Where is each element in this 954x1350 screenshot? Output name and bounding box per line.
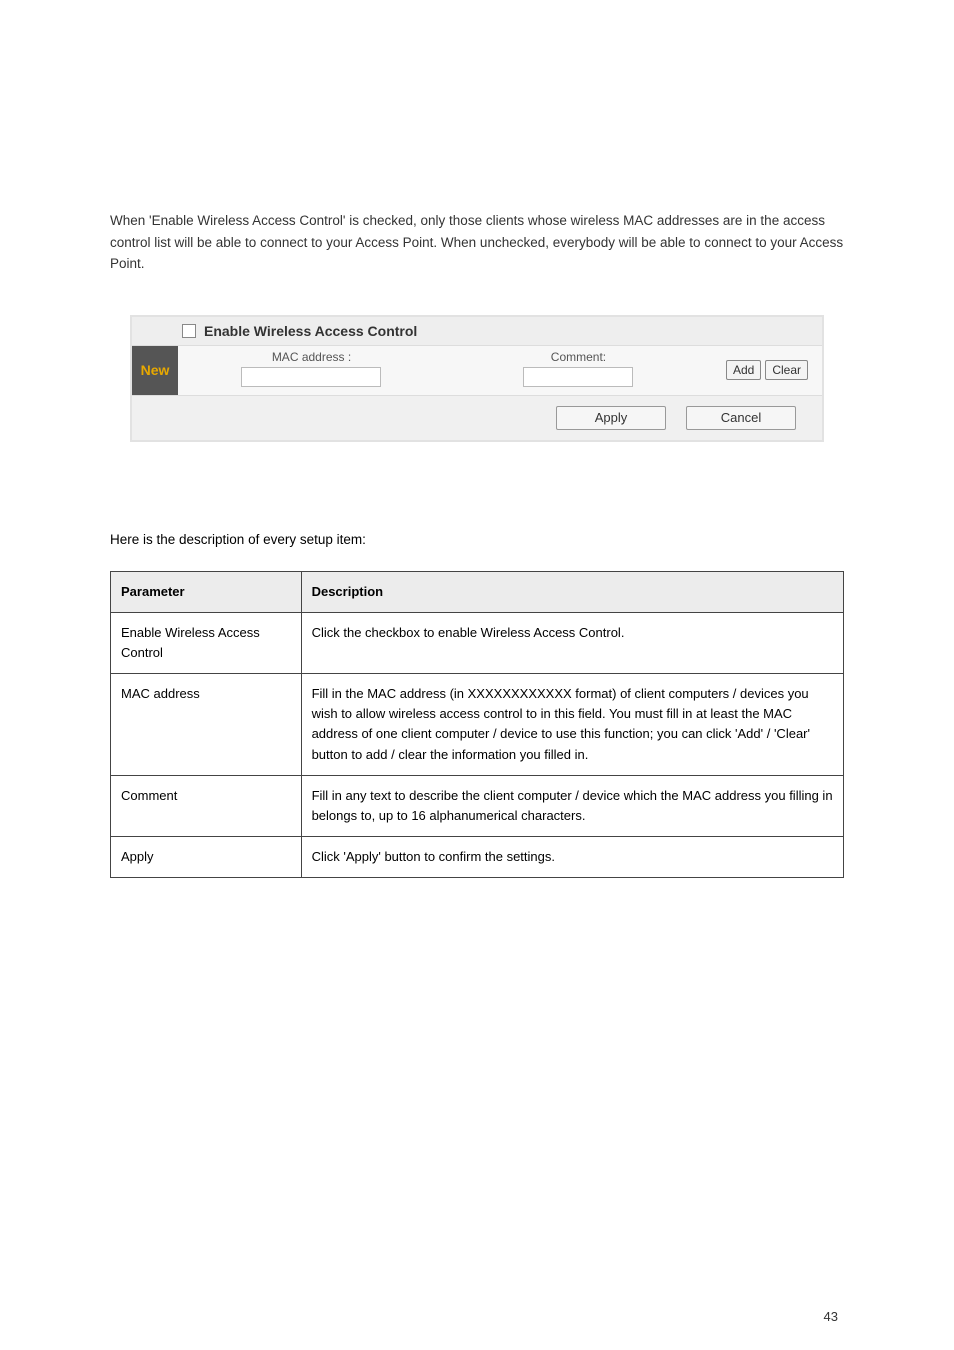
param-cell: Enable Wireless Access Control (111, 612, 302, 673)
new-entry-row: New MAC address : Comment: Add Clear (132, 345, 822, 395)
inline-button-group: Add Clear (712, 360, 822, 380)
access-control-panel: Enable Wireless Access Control New MAC a… (130, 315, 824, 442)
comment-field-group: Comment: (445, 346, 712, 395)
mac-input[interactable] (241, 367, 381, 387)
th-description: Description (301, 571, 843, 612)
clear-button[interactable]: Clear (765, 360, 808, 380)
table-row: Enable Wireless Access Control Click the… (111, 612, 844, 673)
cancel-button[interactable]: Cancel (686, 406, 796, 430)
desc-cell: Click 'Apply' button to confirm the sett… (301, 837, 843, 878)
add-button[interactable]: Add (726, 360, 761, 380)
comment-label: Comment: (551, 350, 606, 364)
apply-button[interactable]: Apply (556, 406, 666, 430)
table-row: Apply Click 'Apply' button to confirm th… (111, 837, 844, 878)
enable-checkbox[interactable] (182, 324, 196, 338)
desc-cell: Fill in any text to describe the client … (301, 775, 843, 836)
table-row: Comment Fill in any text to describe the… (111, 775, 844, 836)
th-parameter: Parameter (111, 571, 302, 612)
enable-label: Enable Wireless Access Control (204, 323, 417, 339)
parameter-table: Parameter Description Enable Wireless Ac… (110, 571, 844, 878)
param-cell: Comment (111, 775, 302, 836)
panel-header: Enable Wireless Access Control (132, 317, 822, 345)
new-label: New (132, 346, 178, 395)
intro-paragraph: When 'Enable Wireless Access Control' is… (110, 210, 844, 275)
page-number: 43 (824, 1309, 838, 1324)
param-cell: MAC address (111, 674, 302, 776)
desc-cell: Fill in the MAC address (in XXXXXXXXXXXX… (301, 674, 843, 776)
mac-field-group: MAC address : (178, 346, 445, 395)
desc-cell: Click the checkbox to enable Wireless Ac… (301, 612, 843, 673)
param-cell: Apply (111, 837, 302, 878)
comment-input[interactable] (523, 367, 633, 387)
mac-label: MAC address : (272, 350, 351, 364)
param-intro: Here is the description of every setup i… (110, 532, 844, 547)
table-row: MAC address Fill in the MAC address (in … (111, 674, 844, 776)
panel-footer: Apply Cancel (132, 395, 822, 440)
